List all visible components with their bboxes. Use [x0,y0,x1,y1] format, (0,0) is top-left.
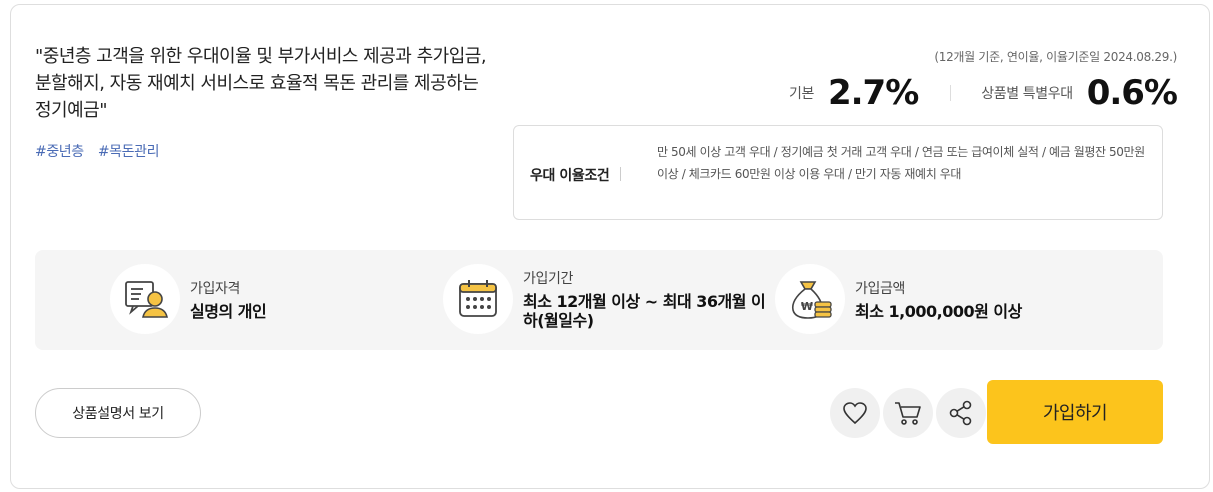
money-bag-icon: ₩ [775,264,845,334]
base-rate-label: 기본 [789,86,814,102]
cart-icon [895,402,921,425]
info-value: 최소 1,000,000원 이상 [855,301,1022,321]
info-value: 최소 12개월 이상 ~ 최대 36개월 이하(월일수) [523,292,766,330]
conditions-list: 만 50세 이상 고객 우대 / 정기예금 첫 거래 고객 우대 / 연금 또는… [657,145,1145,181]
special-rate-label: 상품별 특별우대 [981,86,1073,102]
preferential-conditions-box: 우대 이율조건 만 50세 이상 고객 우대 / 정기예금 첫 거래 고객 우대… [513,125,1163,220]
view-product-document-button[interactable]: 상품설명서 보기 [35,388,201,438]
tag-middle-aged[interactable]: #중년층 [35,144,84,160]
favorite-button[interactable] [830,388,880,438]
share-icon [949,400,972,426]
conditions-title: 우대 이율조건 [530,165,622,185]
product-description: "중년층 고객을 위한 우대이율 및 부가서비스 제공과 추가입금, 분할해지,… [35,46,487,121]
rate-divider [950,85,952,101]
calendar-icon [443,264,513,334]
info-label: 가입금액 [855,280,905,297]
special-rate-value: 0.6% [1086,73,1178,113]
svg-text:₩: ₩ [801,300,813,313]
tag-list: #중년층 #목돈관리 [35,141,169,161]
info-label: 가입자격 [190,280,240,297]
info-item-amount: ₩ 가입금액 최소 1,000,000원 이상 [775,264,1022,334]
heart-icon [843,402,867,425]
info-value: 실명의 개인 [190,301,267,321]
base-rate-value: 2.7% [827,73,919,113]
share-button[interactable] [936,388,986,438]
join-button[interactable]: 가입하기 [987,380,1163,444]
info-label: 가입기간 [523,271,573,287]
tag-lump-sum[interactable]: #목돈관리 [98,144,160,160]
info-item-eligibility: 가입자격 실명의 개인 [110,264,267,334]
rate-summary: 기본 2.7% 상품별 특별우대 0.6% [789,72,1178,114]
join-info-panel: 가입자격 실명의 개인 가입기간 최소 12개월 이상 ~ 최대 36개월 이하… [35,250,1163,350]
person-document-icon [110,264,180,334]
cart-button[interactable] [883,388,933,438]
rate-basis-note: (12개월 기준, 연이율, 이율기준일 2024.08.29.) [934,50,1177,64]
info-item-period: 가입기간 최소 12개월 이상 ~ 최대 36개월 이하(월일수) [443,264,773,334]
